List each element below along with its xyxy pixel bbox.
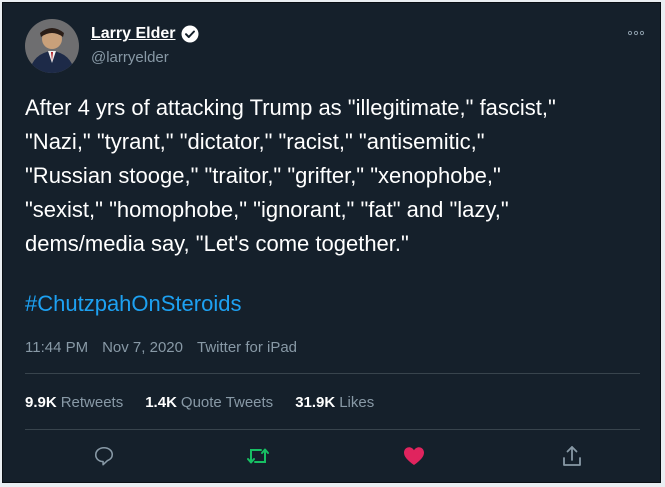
likes-label: Likes <box>339 394 375 411</box>
share-icon[interactable] <box>559 443 585 469</box>
tweet-source[interactable]: Twitter for iPad <box>197 339 297 356</box>
heart-icon[interactable] <box>401 443 427 469</box>
avatar[interactable] <box>25 19 79 73</box>
engagement-stats: 9.9K Retweets 1.4K Quote Tweets 31.9K Likes <box>25 394 374 411</box>
likes-count: 31.9K <box>295 394 336 411</box>
hashtag-link[interactable]: #ChutzpahOnSteroids <box>25 291 241 317</box>
verified-badge-icon <box>181 25 199 43</box>
name-row: Larry Elder <box>91 25 199 43</box>
user-handle[interactable]: @larryelder <box>91 49 169 66</box>
tweet-date[interactable]: Nov 7, 2020 <box>102 339 183 356</box>
retweets-label: Retweets <box>60 394 124 411</box>
tweet-text: After 4 yrs of attacking Trump as "illeg… <box>25 95 556 256</box>
quotes-count: 1.4K <box>145 394 177 411</box>
quotes-label: Quote Tweets <box>180 394 274 411</box>
tweet-time[interactable]: 11:44 PM <box>25 339 88 356</box>
likes-stat[interactable]: 31.9K Likes <box>295 394 374 411</box>
more-icon[interactable] <box>627 25 645 39</box>
action-bar <box>25 443 640 473</box>
retweet-icon[interactable] <box>245 443 271 469</box>
reply-icon[interactable] <box>91 443 117 469</box>
divider <box>25 373 640 374</box>
tweet-meta: 11:44 PM Nov 7, 2020 Twitter for iPad <box>25 339 297 356</box>
retweets-stat[interactable]: 9.9K Retweets <box>25 394 123 411</box>
tweet-card: Larry Elder @larryelder After 4 yrs of a… <box>2 2 661 483</box>
display-name[interactable]: Larry Elder <box>91 25 175 43</box>
retweets-count: 9.9K <box>25 394 57 411</box>
quote-tweets-stat[interactable]: 1.4K Quote Tweets <box>145 394 273 411</box>
divider <box>25 429 640 430</box>
